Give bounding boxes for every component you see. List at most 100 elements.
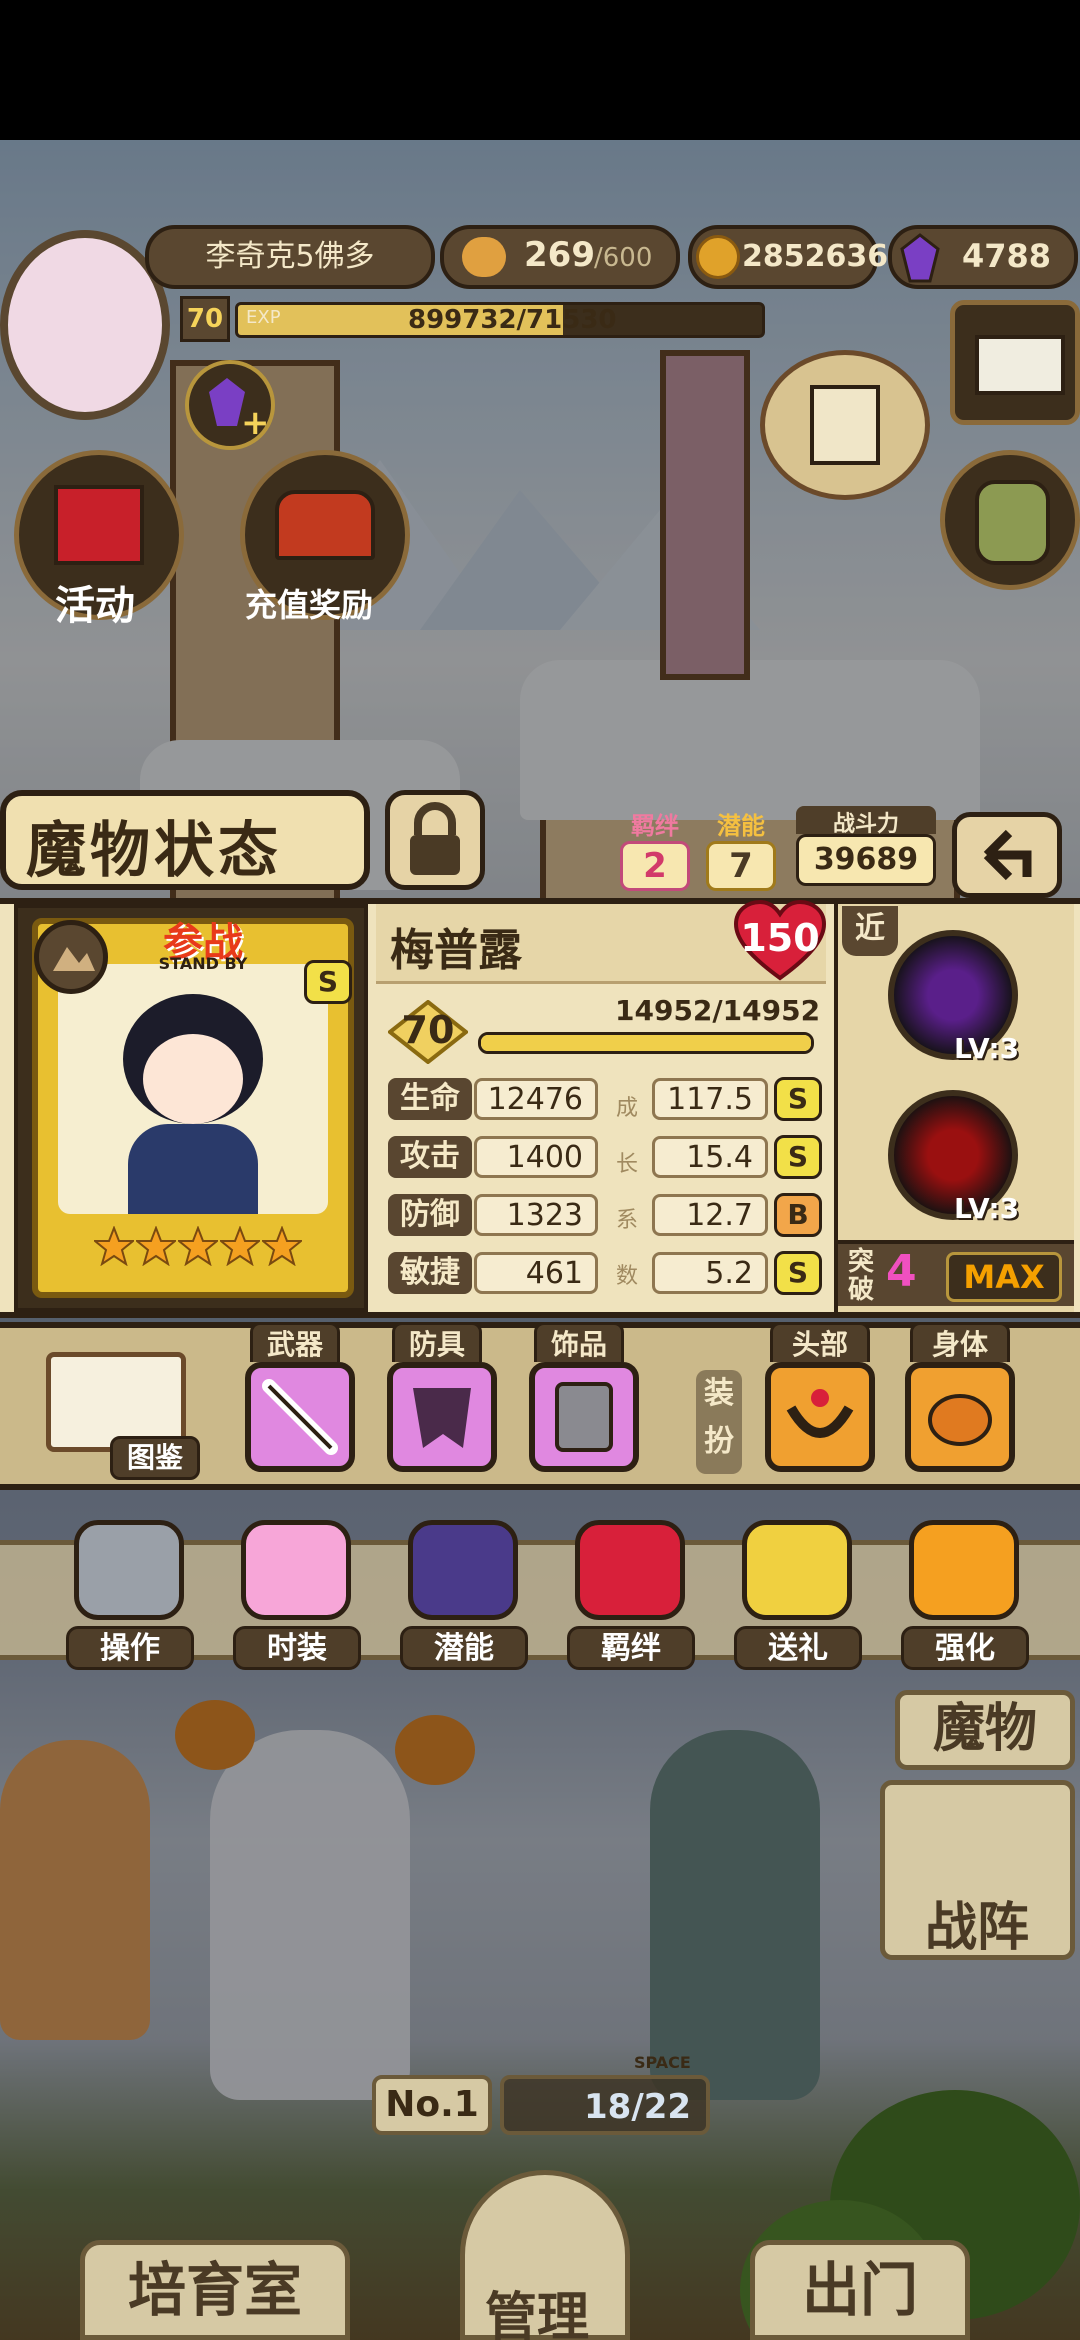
standby-sub: STAND BY — [158, 954, 248, 973]
body-slot[interactable] — [905, 1362, 1015, 1472]
player-level: 70 — [180, 296, 230, 342]
stat-name: 防御 — [388, 1194, 472, 1236]
max-button[interactable]: MAX — [946, 1252, 1062, 1302]
skill-orb[interactable]: LV:3 — [888, 930, 1019, 1065]
menu-button-6[interactable]: 强化 — [895, 1510, 1035, 1680]
monster-name: 梅普露 — [390, 925, 522, 976]
activity-button[interactable]: 活动 — [14, 450, 184, 629]
stat-row: 防御 1323 12.7 B — [388, 1190, 828, 1240]
card-grade-badge: S — [304, 960, 352, 1004]
character-card[interactable]: 参战 STAND BY S — [32, 918, 354, 1298]
character-portrait — [58, 964, 328, 1214]
menu-button-4[interactable]: 羁绊 — [561, 1510, 701, 1680]
lock-icon — [410, 802, 460, 875]
hearts-icon — [575, 1520, 685, 1620]
action-menu: 操作 时装 潜能 羁绊 送礼 强化 — [60, 1510, 1080, 1680]
armor-slot[interactable] — [387, 1362, 497, 1472]
gold-coin-icon — [696, 235, 740, 279]
stamina-value: 269 — [524, 235, 595, 275]
stat-value: 12476 — [474, 1078, 598, 1120]
back-button[interactable] — [952, 812, 1062, 898]
quest-scroll-button[interactable] — [760, 350, 930, 500]
growth-grade-badge: S — [774, 1077, 822, 1121]
potential-label: 潜能 — [717, 812, 765, 840]
recharge-reward-button[interactable]: 充值奖励 — [240, 450, 410, 624]
backpack-icon — [975, 480, 1050, 565]
gem-counter[interactable]: 4788 — [888, 225, 1078, 289]
panel-title-plate: 魔物状态 — [0, 790, 370, 890]
heart-value: 150 — [740, 916, 820, 960]
mail-button[interactable] — [950, 300, 1080, 425]
growth-label-char: 系 — [615, 1208, 638, 1233]
hp-fill — [481, 1035, 811, 1051]
status-bar-area — [0, 0, 1080, 140]
star-icon — [262, 1226, 302, 1266]
bond-value: 2 — [620, 841, 690, 891]
monster-tab[interactable]: 魔物 — [895, 1690, 1075, 1770]
head-label: 头部 — [770, 1322, 870, 1362]
star-icon — [178, 1226, 218, 1266]
stamina-counter[interactable]: 269 /600 — [440, 225, 680, 289]
star-rating — [94, 1226, 304, 1280]
breakthrough-value: 4 — [886, 1246, 917, 1297]
formation-label: 战阵 — [925, 1898, 1030, 1958]
manage-button[interactable]: 管理 — [460, 2170, 630, 2340]
body-label: 身体 — [910, 1322, 1010, 1362]
gold-value: 2852636 — [742, 239, 889, 274]
skills-column: 近 LV:3 LV:3 突破 4 MAX — [834, 904, 1074, 1312]
tablet-accessory-icon — [555, 1382, 613, 1452]
stat-row: 敏捷 461 5.2 S — [388, 1248, 828, 1298]
envelope-icon — [975, 335, 1065, 395]
arrows-up-icon — [909, 1520, 1019, 1620]
backpack-button[interactable] — [940, 450, 1080, 590]
gift-box-icon — [54, 485, 144, 565]
space-counter: SPACE 18/22 — [500, 2053, 710, 2135]
gold-counter[interactable]: 2852636 — [688, 225, 888, 289]
codex-button[interactable]: 图鉴 — [40, 1348, 200, 1480]
bond-badge: 羁绊 2 — [620, 806, 690, 891]
growth-value: 12.7 — [652, 1194, 768, 1236]
head-slot[interactable] — [765, 1362, 875, 1472]
accessory-label: 饰品 — [534, 1322, 624, 1362]
growth-label-char: 数 — [615, 1264, 638, 1289]
skills-list: LV:3 LV:3 — [888, 930, 1068, 1225]
gear-icon — [74, 1520, 184, 1620]
skill-orb[interactable]: LV:3 — [888, 1090, 1019, 1225]
add-gem-button[interactable]: + — [185, 360, 275, 450]
stat-value: 1400 — [474, 1136, 598, 1178]
tiara-head-icon — [786, 1389, 854, 1438]
stat-name: 攻击 — [388, 1136, 472, 1178]
monster-level: 70 — [401, 1008, 455, 1052]
character-card-frame: 参战 STAND BY S — [14, 904, 368, 1312]
player-exp-bar: EXP 899732/71530 — [235, 302, 765, 338]
growth-value: 5.2 — [652, 1252, 768, 1294]
growth-label-char: 成 — [615, 1096, 638, 1121]
growth-label: 成长系数 — [612, 1090, 642, 1290]
growth-value: 117.5 — [652, 1078, 768, 1120]
menu-button-3[interactable]: 潜能 — [394, 1510, 534, 1680]
weapon-slot[interactable] — [245, 1362, 355, 1472]
svg-text:+: + — [241, 403, 270, 443]
skill-level: LV:3 — [954, 1032, 1020, 1065]
character-face — [143, 1034, 243, 1124]
accessory-slot[interactable] — [529, 1362, 639, 1472]
go-out-button[interactable]: 出门 — [750, 2240, 970, 2340]
treasure-chest-icon — [275, 490, 375, 560]
menu-label: 潜能 — [400, 1626, 528, 1670]
menu-button-1[interactable]: 操作 — [60, 1510, 200, 1680]
star-icon — [136, 1226, 176, 1266]
nursery-button[interactable]: 培育室 — [80, 2240, 350, 2340]
player-name: 李奇克5佛多 — [145, 225, 435, 289]
lock-button[interactable] — [385, 790, 485, 890]
formation-button[interactable]: 战阵 — [880, 1780, 1075, 1960]
stat-value: 461 — [474, 1252, 598, 1294]
breakthrough-row: 突破 4 MAX — [838, 1240, 1074, 1306]
monster-level-badge: 70 — [386, 999, 470, 1065]
blade-weapon-icon — [262, 1379, 338, 1455]
affection-heart: 150 — [733, 899, 827, 982]
menu-button-5[interactable]: 送礼 — [728, 1510, 868, 1680]
menu-button-2[interactable]: 时装 — [227, 1510, 367, 1680]
dress-icon — [241, 1520, 351, 1620]
class-icon — [34, 920, 108, 994]
dressup-label: 装扮 — [696, 1370, 742, 1474]
